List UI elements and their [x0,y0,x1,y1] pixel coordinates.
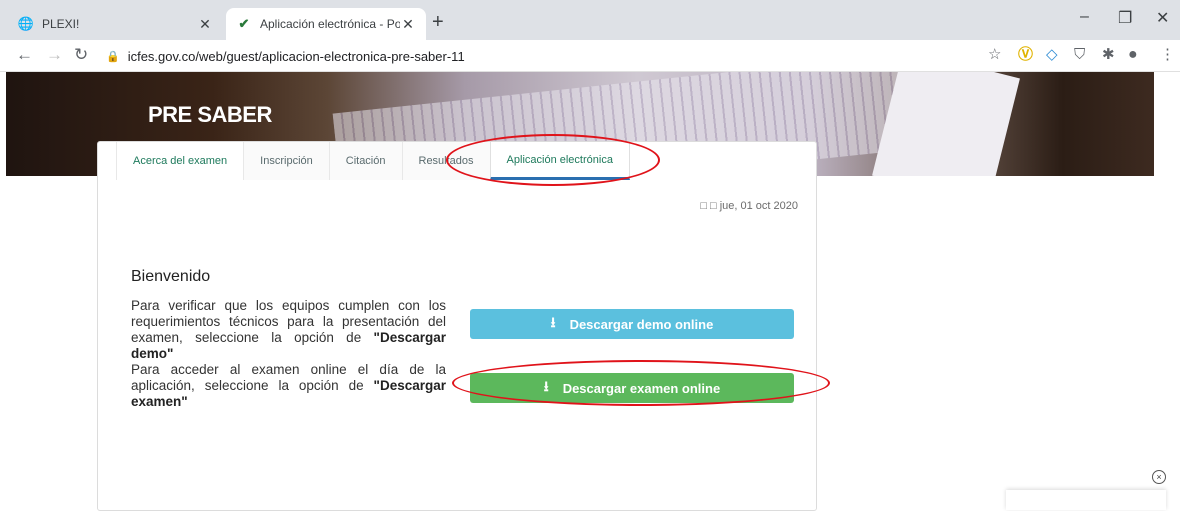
browser-tab-plexi[interactable]: 🌐 PLEXI! ✕ [8,8,223,40]
demo-instructions: Para verificar que los equipos cumplen c… [131,298,446,362]
window-close-button[interactable]: ✕ [1156,8,1169,28]
profile-icon[interactable]: ● [1128,46,1138,64]
chat-widget[interactable] [1006,490,1166,510]
download-icon: ⭳ [550,314,556,330]
menu-icon[interactable]: ⋮ [1160,46,1175,64]
tab-acerca[interactable]: Acerca del examen [116,142,244,180]
extensions-puzzle-icon[interactable]: ✱ [1102,46,1115,64]
tab-title: Aplicación electrónica - Portal Icf [260,17,400,31]
extension-v-icon[interactable]: Ⓥ [1018,46,1033,64]
browser-tab-strip: 🌐 PLEXI! ✕ ✔ Aplicación electrónica - Po… [0,0,1180,40]
download-demo-label: Descargar demo online [569,316,714,332]
welcome-heading: Bienvenido [131,268,211,285]
content-card: Acerca del examen Inscripción Citación R… [97,141,817,511]
tab-inscripcion[interactable]: Inscripción [243,142,329,180]
url-text: icfes.gov.co/web/guest/aplicacion-electr… [127,48,465,64]
icfes-icon: ✔ [238,16,250,31]
extension-shield-icon[interactable]: ◇ [1046,46,1058,64]
close-tab-icon[interactable]: ✕ [400,16,416,33]
close-tab-icon[interactable]: ✕ [197,16,213,33]
browser-toolbar: ← → ↻ 🔒 icfes.gov.co/web/guest/aplicacio… [0,40,1180,72]
star-icon[interactable]: ☆ [988,46,1001,64]
exam-instructions: Para acceder al examen online el día de … [131,362,446,410]
highlight-tab-annotation [446,134,660,186]
new-tab-button[interactable]: + [432,12,444,32]
tab-citacion[interactable]: Citación [328,142,402,180]
tab-title: PLEXI! [42,17,80,31]
close-widget-icon[interactable]: × [1152,470,1166,484]
date-label: □ □ jue, 01 oct 2020 [700,200,798,212]
restore-button[interactable]: ❐ [1118,8,1132,28]
forward-icon[interactable]: → [46,46,63,64]
page-title: PRE SABER [148,102,272,127]
back-icon[interactable]: ← [16,46,33,64]
minimize-button[interactable]: – [1080,8,1089,26]
download-demo-button[interactable]: ⭳ Descargar demo online [470,309,794,339]
reload-icon[interactable]: ↻ [74,46,88,64]
lock-icon: 🔒 [106,50,120,63]
extension-badge-icon[interactable]: ⛉ [1074,46,1085,64]
highlight-exam-button-annotation [452,360,830,406]
browser-tab-icfes[interactable]: ✔ Aplicación electrónica - Portal Icf ✕ [226,8,426,40]
address-bar[interactable]: 🔒 icfes.gov.co/web/guest/aplicacion-elec… [106,44,986,68]
globe-icon: 🌐 [17,16,35,31]
paper-image [872,72,1020,176]
